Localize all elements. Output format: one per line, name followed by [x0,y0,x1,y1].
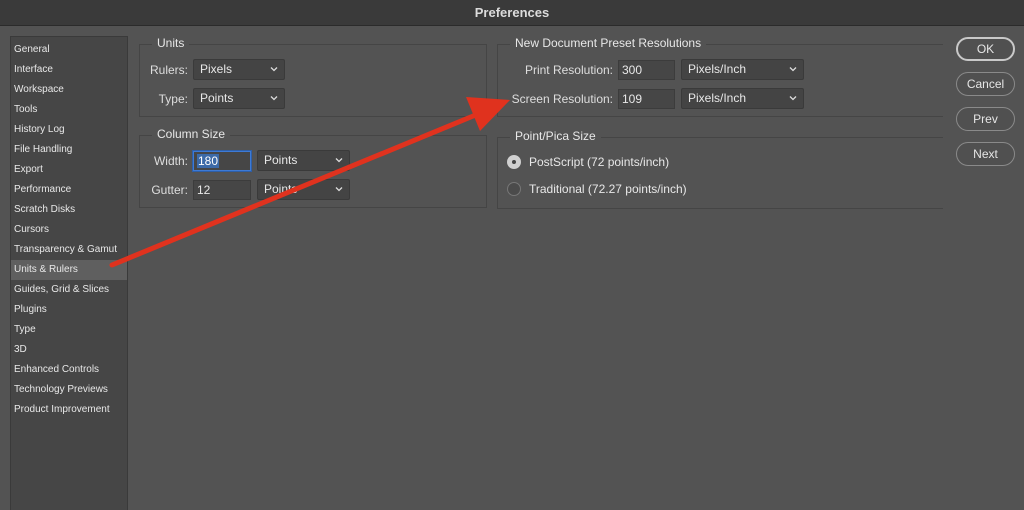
prev-button[interactable]: Prev [956,107,1015,131]
screen-resolution-label: Screen Resolution: [511,92,613,106]
sidebar-item-scratch-disks[interactable]: Scratch Disks [11,200,127,220]
point-pica-group: Point/Pica Size PostScript (72 points/in… [497,129,943,209]
width-unit-select[interactable]: Points [257,150,350,171]
traditional-radio-option[interactable]: Traditional (72.27 points/inch) [507,182,687,196]
sidebar-item-type[interactable]: Type [11,320,127,340]
screen-resolution-unit-select[interactable]: Pixels/Inch [681,88,804,109]
gutter-unit-value: Points [264,182,298,196]
width-input[interactable]: 180 [193,151,251,171]
sidebar-item-history-log[interactable]: History Log [11,120,127,140]
rulers-select[interactable]: Pixels [193,59,285,80]
traditional-radio[interactable] [507,182,521,196]
width-label: Width: [153,154,188,168]
point-pica-group-title: Point/Pica Size [510,129,601,143]
chevron-down-icon [335,187,343,192]
rulers-select-value: Pixels [200,62,233,76]
traditional-radio-label: Traditional (72.27 points/inch) [529,182,687,196]
print-resolution-value: 300 [622,63,643,77]
sidebar-item-tools[interactable]: Tools [11,100,127,120]
chevron-down-icon [789,67,797,72]
preferences-sidebar: General Interface Workspace Tools Histor… [10,36,128,510]
column-size-group: Column Size Width: 180 Points Gutter: 12… [139,127,487,208]
gutter-label: Gutter: [151,183,188,197]
units-group: Units Rulers: Pixels Type: Points [139,36,487,117]
sidebar-item-interface[interactable]: Interface [11,60,127,80]
sidebar-item-cursors[interactable]: Cursors [11,220,127,240]
sidebar-item-file-handling[interactable]: File Handling [11,140,127,160]
sidebar-item-guides-grid-slices[interactable]: Guides, Grid & Slices [11,280,127,300]
window-title: Preferences [474,5,550,20]
cancel-button[interactable]: Cancel [956,72,1015,96]
screen-resolution-value: 109 [622,92,643,106]
chevron-down-icon [270,96,278,101]
sidebar-item-workspace[interactable]: Workspace [11,80,127,100]
sidebar-item-export[interactable]: Export [11,160,127,180]
column-size-group-title: Column Size [152,127,231,141]
sidebar-item-3d[interactable]: 3D [11,340,127,360]
width-unit-value: Points [264,153,298,167]
next-button[interactable]: Next [956,142,1015,166]
chevron-down-icon [270,67,278,72]
print-resolution-unit-select[interactable]: Pixels/Inch [681,59,804,80]
preset-resolutions-group: New Document Preset Resolutions Print Re… [497,36,943,117]
rulers-label: Rulers: [149,63,188,77]
sidebar-item-transparency-gamut[interactable]: Transparency & Gamut [11,240,127,260]
sidebar-item-enhanced-controls[interactable]: Enhanced Controls [11,360,127,380]
postscript-radio-option[interactable]: PostScript (72 points/inch) [507,155,669,169]
gutter-input-value: 12 [197,183,211,197]
postscript-radio[interactable] [507,155,521,169]
sidebar-item-technology-previews[interactable]: Technology Previews [11,380,127,400]
sidebar-item-product-improvement[interactable]: Product Improvement [11,400,127,420]
gutter-input[interactable]: 12 [193,180,251,200]
chevron-down-icon [335,158,343,163]
sidebar-item-performance[interactable]: Performance [11,180,127,200]
type-select[interactable]: Points [193,88,285,109]
type-select-value: Points [200,91,234,105]
sidebar-item-plugins[interactable]: Plugins [11,300,127,320]
print-resolution-label: Print Resolution: [524,63,613,77]
screen-resolution-input[interactable]: 109 [618,89,675,109]
chevron-down-icon [789,96,797,101]
print-resolution-unit-value: Pixels/Inch [688,62,747,76]
title-bar: Preferences [0,0,1024,26]
type-label: Type: [158,92,188,106]
gutter-unit-select[interactable]: Points [257,179,350,200]
sidebar-item-general[interactable]: General [11,40,127,60]
postscript-radio-label: PostScript (72 points/inch) [529,155,670,169]
units-group-title: Units [152,36,190,50]
preset-resolutions-group-title: New Document Preset Resolutions [510,36,707,50]
sidebar-item-units-rulers[interactable]: Units & Rulers [11,260,127,280]
print-resolution-input[interactable]: 300 [618,60,675,80]
screen-resolution-unit-value: Pixels/Inch [688,91,747,105]
width-input-value: 180 [197,154,220,168]
ok-button[interactable]: OK [956,37,1015,61]
